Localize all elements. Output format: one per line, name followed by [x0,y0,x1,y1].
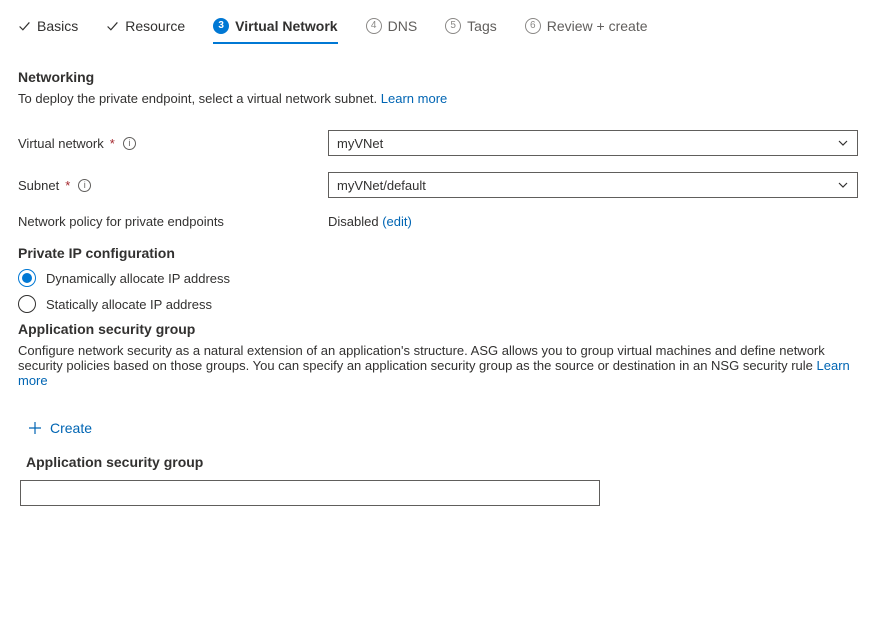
create-label: Create [50,420,92,436]
dropdown-value: myVNet/default [337,178,426,193]
tab-label: DNS [388,18,418,34]
networking-learn-more-link[interactable]: Learn more [381,91,447,106]
radio-icon [18,269,36,287]
asg-title: Application security group [18,321,872,337]
tab-dns[interactable]: 4 DNS [366,12,418,42]
asg-desc-text: Configure network security as a natural … [18,343,825,373]
radio-dynamic-ip[interactable]: Dynamically allocate IP address [18,269,872,287]
network-policy-row: Network policy for private endpoints Dis… [18,214,872,229]
tab-label: Review + create [547,18,648,34]
tab-tags[interactable]: 5 Tags [445,12,497,42]
radio-icon [18,295,36,313]
tab-basics[interactable]: Basics [18,12,78,42]
tab-resource[interactable]: Resource [106,12,185,42]
networking-title: Networking [18,69,872,85]
check-icon [106,20,119,33]
radio-static-ip[interactable]: Statically allocate IP address [18,295,872,313]
policy-value-text: Disabled [328,214,379,229]
asg-description: Configure network security as a natural … [18,343,872,388]
network-policy-value: Disabled (edit) [328,214,412,229]
tab-label: Resource [125,18,185,34]
tab-label: Virtual Network [235,18,337,34]
network-policy-edit-link[interactable]: (edit) [382,214,412,229]
wizard-tabs: Basics Resource 3 Virtual Network 4 DNS … [18,12,872,43]
step-number-icon: 3 [213,18,229,34]
info-icon[interactable]: i [78,179,91,192]
step-number-icon: 6 [525,18,541,34]
check-icon [18,20,31,33]
asg-dropdown[interactable] [20,480,600,506]
step-number-icon: 4 [366,18,382,34]
networking-description: To deploy the private endpoint, select a… [18,91,872,106]
plus-icon [28,421,42,435]
tab-virtual-network[interactable]: 3 Virtual Network [213,12,337,44]
required-indicator: * [65,178,70,193]
dropdown-value: myVNet [337,136,383,151]
virtual-network-dropdown[interactable]: myVNet [328,130,858,156]
label-text: Subnet [18,178,59,193]
label-text: Virtual network [18,136,104,151]
required-indicator: * [110,136,115,151]
virtual-network-label: Virtual network * i [18,136,328,151]
tab-review-create[interactable]: 6 Review + create [525,12,648,42]
ip-config-title: Private IP configuration [18,245,872,261]
step-number-icon: 5 [445,18,461,34]
radio-label: Dynamically allocate IP address [46,271,230,286]
chevron-down-icon [837,179,849,191]
asg-create-button[interactable]: Create [22,416,98,440]
subnet-row: Subnet * i myVNet/default [18,172,872,198]
subnet-dropdown[interactable]: myVNet/default [328,172,858,198]
info-icon[interactable]: i [123,137,136,150]
radio-label: Statically allocate IP address [46,297,212,312]
network-policy-label: Network policy for private endpoints [18,214,328,229]
virtual-network-row: Virtual network * i myVNet [18,130,872,156]
networking-desc-text: To deploy the private endpoint, select a… [18,91,381,106]
subnet-label: Subnet * i [18,178,328,193]
tab-label: Tags [467,18,497,34]
asg-dropdown-label: Application security group [26,454,872,470]
tab-label: Basics [37,18,78,34]
chevron-down-icon [837,137,849,149]
